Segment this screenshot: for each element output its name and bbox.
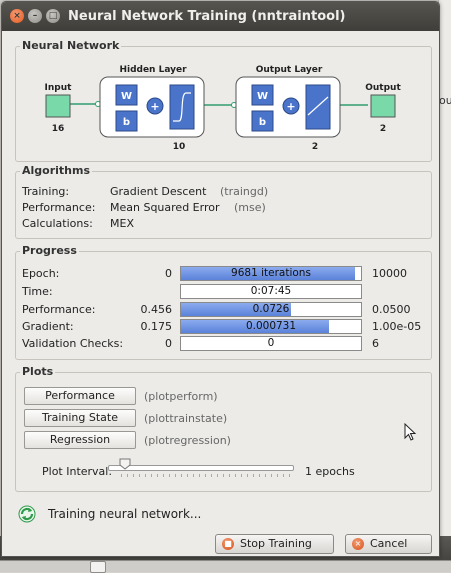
window-title: Neural Network Training (nntraintool) <box>68 9 346 24</box>
training-spinner-icon <box>18 505 36 523</box>
time-bar: 0:07:45 <box>180 284 362 299</box>
output-layer-size: 2 <box>312 142 318 152</box>
background-text: ou <box>439 94 451 107</box>
background-scrollbar[interactable] <box>0 560 451 572</box>
plot-performance-button[interactable]: Performance <box>24 387 136 405</box>
validation-checks-label: Validation Checks: <box>22 337 124 350</box>
performance-bar-text: 0.0726 <box>252 303 290 315</box>
slider-ticks <box>121 474 293 477</box>
epoch-start: 0 <box>165 267 172 280</box>
gradient-end: 1.00e-05 <box>372 320 422 333</box>
output-count: 2 <box>380 124 386 134</box>
calculations-label: Calculations: <box>22 217 93 230</box>
validation-bar: 0 <box>180 336 362 351</box>
validation-bar-text: 0 <box>267 337 275 349</box>
gradient-start: 0.175 <box>140 320 173 333</box>
mouse-pointer-icon <box>404 423 417 441</box>
background-scroll-thumb[interactable] <box>90 561 106 573</box>
plot-training-state-button[interactable]: Training State <box>24 409 136 427</box>
output-transfer-block <box>305 84 331 130</box>
cancel-label: Cancel <box>370 537 408 550</box>
minimize-icon: – <box>32 11 38 21</box>
validation-start: 0 <box>165 337 172 350</box>
input-label: Input <box>45 83 73 93</box>
title-bar[interactable]: × – □ Neural Network Training (nntrainto… <box>2 2 439 31</box>
performance-start: 0.456 <box>140 303 173 316</box>
plotperform-label: (plotperform) <box>144 390 218 403</box>
plot-interval-slider-knob[interactable] <box>119 458 131 470</box>
training-label: Training: <box>22 185 70 198</box>
progress-section: Progress Epoch: 0 9681 iterations 10000 … <box>15 244 432 360</box>
minimize-window-button[interactable]: – <box>28 9 42 23</box>
performance-detail: (mse) <box>234 201 266 214</box>
epoch-bar: 9681 iterations <box>180 266 362 281</box>
plotregression-label: (plotregression) <box>144 434 231 447</box>
output-weight-label: W <box>257 91 268 102</box>
performance-bar: 0.0726 <box>180 302 362 317</box>
plot-interval-slider[interactable] <box>108 465 294 471</box>
plot-regression-button[interactable]: Regression <box>24 431 136 449</box>
close-icon: × <box>13 11 21 21</box>
output-bias-label: b <box>259 117 266 128</box>
gradient-label: Gradient: <box>22 320 74 333</box>
algorithms-section: Algorithms Training: Gradient Descent (t… <box>15 164 432 239</box>
performance-value: Mean Squared Error <box>110 201 220 214</box>
stop-icon: ■ <box>222 538 234 550</box>
progress-title: Progress <box>20 244 79 257</box>
training-value: Gradient Descent <box>110 185 207 198</box>
output-node <box>370 94 396 118</box>
output-label: Output <box>365 83 401 93</box>
maximize-window-button[interactable]: □ <box>46 9 60 23</box>
performance-end: 0.0500 <box>372 303 411 316</box>
maximize-icon: □ <box>48 11 58 21</box>
plots-title: Plots <box>20 365 56 378</box>
epoch-label: Epoch: <box>22 267 60 280</box>
calculations-value: MEX <box>110 217 134 230</box>
time-label: Time: <box>22 285 53 298</box>
input-node <box>45 94 71 118</box>
stop-training-button[interactable]: ■ Stop Training <box>215 534 334 554</box>
status-text: Training neural network... <box>48 507 202 521</box>
nntraintool-window: × – □ Neural Network Training (nntrainto… <box>1 1 440 557</box>
hidden-weight-label: W <box>121 91 132 102</box>
hidden-bias-label: b <box>123 117 130 128</box>
plot-interval-value: 1 epochs <box>305 465 355 478</box>
validation-end: 6 <box>372 337 379 350</box>
neural-network-section: Neural Network Input 16 Hidden Layer W b… <box>15 39 432 162</box>
plottrainstate-label: (plottrainstate) <box>144 412 228 425</box>
performance-label: Performance: <box>22 201 96 214</box>
stop-training-label: Stop Training <box>240 537 312 550</box>
hidden-layer-title: Hidden Layer <box>119 65 187 75</box>
input-size: 16 <box>52 124 65 134</box>
hidden-layer-size: 10 <box>173 142 186 152</box>
training-detail: (traingd) <box>220 185 269 198</box>
cancel-button[interactable]: × Cancel <box>345 534 432 554</box>
plot-interval-label: Plot Interval: <box>42 465 113 478</box>
algorithms-title: Algorithms <box>20 164 93 177</box>
cancel-icon: × <box>352 538 364 550</box>
hidden-sum-label: + <box>150 100 159 113</box>
gradient-bar: 0.000731 <box>180 319 362 334</box>
performance-progress-label: Performance: <box>22 303 96 316</box>
output-sum-label: + <box>286 100 295 113</box>
gradient-bar-text: 0.000731 <box>245 320 297 332</box>
output-layer-title: Output Layer <box>256 65 323 75</box>
epoch-bar-text: 9681 iterations <box>231 267 311 279</box>
close-window-button[interactable]: × <box>10 9 24 23</box>
network-diagram: Input 16 Hidden Layer W b + 10 Output La… <box>45 65 402 152</box>
epoch-end: 10000 <box>372 267 407 280</box>
time-bar-text: 0:07:45 <box>250 285 292 297</box>
